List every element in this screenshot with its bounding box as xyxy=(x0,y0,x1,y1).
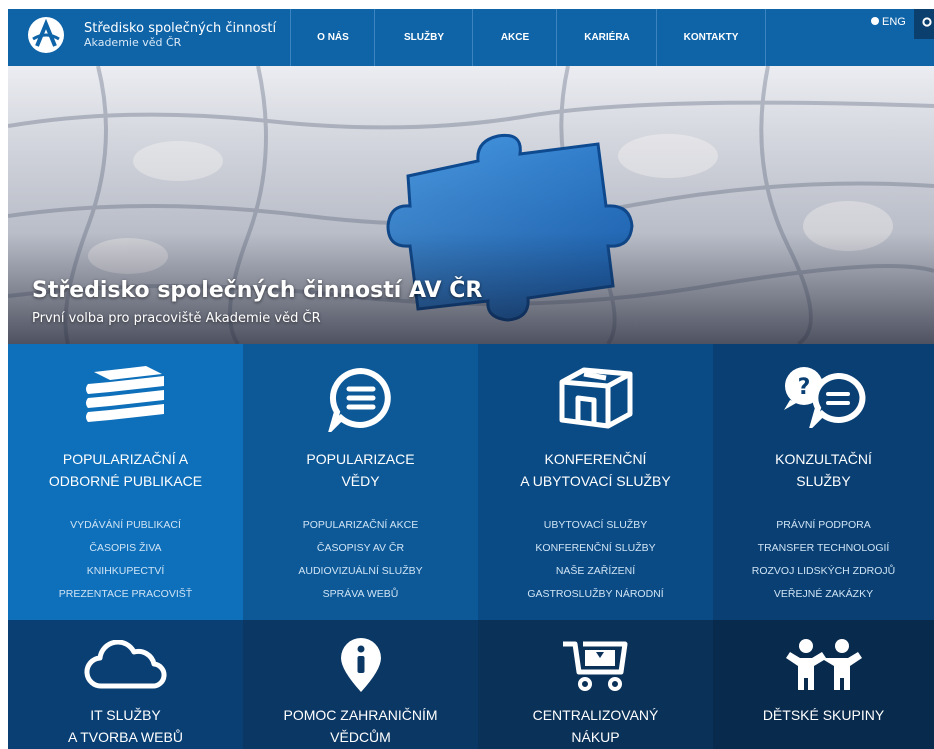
hero-title: Středisko společných činností AV ČR xyxy=(32,278,483,303)
speech-bubble-icon xyxy=(327,367,391,432)
tile-title: POMOC ZAHRANIČNÍM VĚDCŮM xyxy=(283,707,438,745)
shopping-cart-icon xyxy=(562,641,627,691)
link-audiovizualni-sluzby[interactable]: AUDIOVIZUÁLNÍ SLUŽBY xyxy=(243,560,478,583)
question-chat-icon: ? xyxy=(783,367,865,428)
books-icon xyxy=(85,366,164,422)
children-icon xyxy=(785,639,862,690)
nav-item-sluzby[interactable]: SLUŽBY xyxy=(374,9,473,66)
tile-links: POPULARIZAČNÍ AKCE ČASOPISY AV ČR AUDIOV… xyxy=(243,514,478,606)
tile-title: POPULARIZAČNÍ A ODBORNÉ PUBLIKACE xyxy=(48,451,203,489)
tile-links: PRÁVNÍ PODPORA TRANSFER TECHNOLOGIÍ ROZV… xyxy=(713,514,934,606)
org-subtitle[interactable]: Akademie věd ČR xyxy=(84,36,181,49)
academy-logo-icon[interactable] xyxy=(28,17,64,53)
link-gastrosluzby-narodni[interactable]: GASTROSLUŽBY NÁRODNÍ xyxy=(478,583,713,606)
link-popularizacni-akce[interactable]: POPULARIZAČNÍ AKCE xyxy=(243,514,478,537)
hero-subtitle: První volba pro pracoviště Akademie věd … xyxy=(32,311,321,326)
link-casopis-ziva[interactable]: ČASOPIS ŽIVA xyxy=(8,537,243,560)
link-vydavani-publikaci[interactable]: VYDÁVÁNÍ PUBLIKACÍ xyxy=(8,514,243,537)
link-sprava-webu[interactable]: SPRÁVA WEBŮ xyxy=(243,583,478,606)
tile-central-purchasing[interactable]: CENTRALIZOVANÝ NÁKUP xyxy=(478,620,713,749)
nav-item-kontakty[interactable]: KONTAKTY xyxy=(656,9,766,66)
tile-science-popularization[interactable]: POPULARIZACE VĚDY POPULARIZAČNÍ AKCE ČASO… xyxy=(243,344,478,620)
link-verejne-zakazky[interactable]: VEŘEJNÉ ZAKÁZKY xyxy=(713,583,934,606)
org-name[interactable]: Středisko společných činností xyxy=(84,21,276,36)
link-prezentace-pracovist[interactable]: PREZENTACE PRACOVIŠŤ xyxy=(8,583,243,606)
link-rozvoj-lidskych-zdroju[interactable]: ROZVOJ LIDSKÝCH ZDROJŮ xyxy=(713,560,934,583)
link-ubytovaci-sluzby[interactable]: UBYTOVACÍ SLUŽBY xyxy=(478,514,713,537)
nav-item-akce[interactable]: AKCE xyxy=(472,9,557,66)
nav-item-kariera[interactable]: KARIÉRA xyxy=(556,9,657,66)
tile-publications[interactable]: POPULARIZAČNÍ A ODBORNÉ PUBLIKACE VYDÁVÁN… xyxy=(8,344,243,620)
tile-links: VYDÁVÁNÍ PUBLIKACÍ ČASOPIS ŽIVA KNIHKUPE… xyxy=(8,514,243,606)
tile-links: UBYTOVACÍ SLUŽBY KONFERENČNÍ SLUŽBY NAŠE… xyxy=(478,514,713,606)
tile-title: IT SLUŽBY A TVORBA WEBŮ xyxy=(68,707,183,745)
svg-text:?: ? xyxy=(797,375,810,400)
nav-item-o-nas[interactable]: O NÁS xyxy=(290,9,375,66)
info-pin-icon xyxy=(340,638,381,692)
link-nase-zarizeni[interactable]: NAŠE ZAŘÍZENÍ xyxy=(478,560,713,583)
link-knihkupectvi[interactable]: KNIHKUPECTVÍ xyxy=(8,560,243,583)
building-box-icon xyxy=(559,367,632,429)
tile-consulting[interactable]: ? KONZULTAČNÍ SLUŽBY PRÁVNÍ PODPORA TRANS… xyxy=(713,344,934,620)
tile-title: KONZULTAČNÍ SLUŽBY xyxy=(775,451,872,489)
link-casopisy-av-cr[interactable]: ČASOPISY AV ČR xyxy=(243,537,478,560)
search-button[interactable] xyxy=(914,9,934,39)
tile-title: DĚTSKÉ SKUPINY xyxy=(762,707,885,723)
tile-childrens-groups[interactable]: DĚTSKÉ SKUPINY xyxy=(713,620,934,749)
cloud-icon xyxy=(83,640,167,689)
tile-title: POPULARIZACE VĚDY xyxy=(306,451,415,489)
tile-conference-services[interactable]: KONFERENČNÍ A UBYTOVACÍ SLUŽBY UBYTOVACÍ … xyxy=(478,344,713,620)
tile-title: CENTRALIZOVANÝ NÁKUP xyxy=(532,707,659,745)
search-icon xyxy=(922,17,932,27)
link-pravni-podpora[interactable]: PRÁVNÍ PODPORA xyxy=(713,514,934,537)
tile-foreign-scientists[interactable]: POMOC ZAHRANIČNÍM VĚDCŮM xyxy=(243,620,478,749)
tile-it-services[interactable]: IT SLUŽBY A TVORBA WEBŮ xyxy=(8,620,243,749)
globe-icon xyxy=(871,17,879,25)
language-switch[interactable]: ENG xyxy=(871,16,906,28)
tile-title: KONFERENČNÍ A UBYTOVACÍ SLUŽBY xyxy=(520,451,671,489)
link-konferencni-sluzby[interactable]: KONFERENČNÍ SLUŽBY xyxy=(478,537,713,560)
link-transfer-technologii[interactable]: TRANSFER TECHNOLOGIÍ xyxy=(713,537,934,560)
